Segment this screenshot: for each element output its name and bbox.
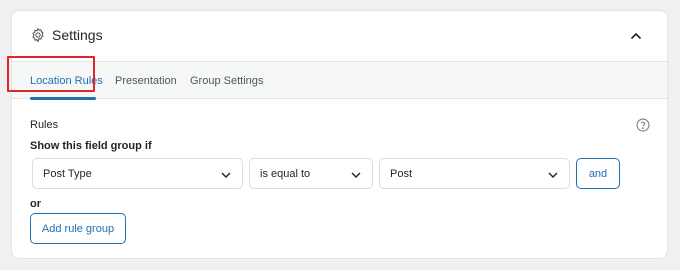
chevron-down-icon — [221, 172, 231, 178]
param-select-value: Post Type — [43, 167, 92, 180]
tab-highlight-box — [7, 56, 95, 92]
rules-label: Rules — [30, 119, 59, 131]
condition-label: Show this field group if — [30, 140, 152, 152]
operator-select[interactable]: is equal to — [249, 158, 373, 189]
operator-select-value: is equal to — [260, 167, 311, 180]
chevron-up-icon[interactable] — [628, 28, 644, 44]
panel-header[interactable]: Settings — [12, 11, 667, 61]
param-select[interactable]: Post Type — [32, 158, 243, 189]
chevron-down-icon — [548, 172, 558, 178]
question-circle-icon[interactable] — [636, 118, 650, 132]
active-tab-indicator — [30, 97, 96, 100]
or-label: or — [30, 198, 41, 210]
value-select[interactable]: Post — [379, 158, 570, 189]
and-button[interactable]: and — [576, 158, 620, 189]
tab-bar: Location Rules Presentation Group Settin… — [12, 61, 667, 100]
gear-icon — [32, 27, 44, 43]
chevron-down-icon — [351, 172, 361, 178]
value-select-value: Post — [390, 167, 413, 180]
panel-title: Settings — [52, 27, 103, 43]
tab-presentation[interactable]: Presentation — [115, 62, 177, 99]
add-rule-group-button[interactable]: Add rule group — [30, 213, 126, 244]
settings-panel: Settings Location Rules Presentation Gro… — [11, 10, 668, 259]
tab-group-settings[interactable]: Group Settings — [190, 62, 263, 99]
